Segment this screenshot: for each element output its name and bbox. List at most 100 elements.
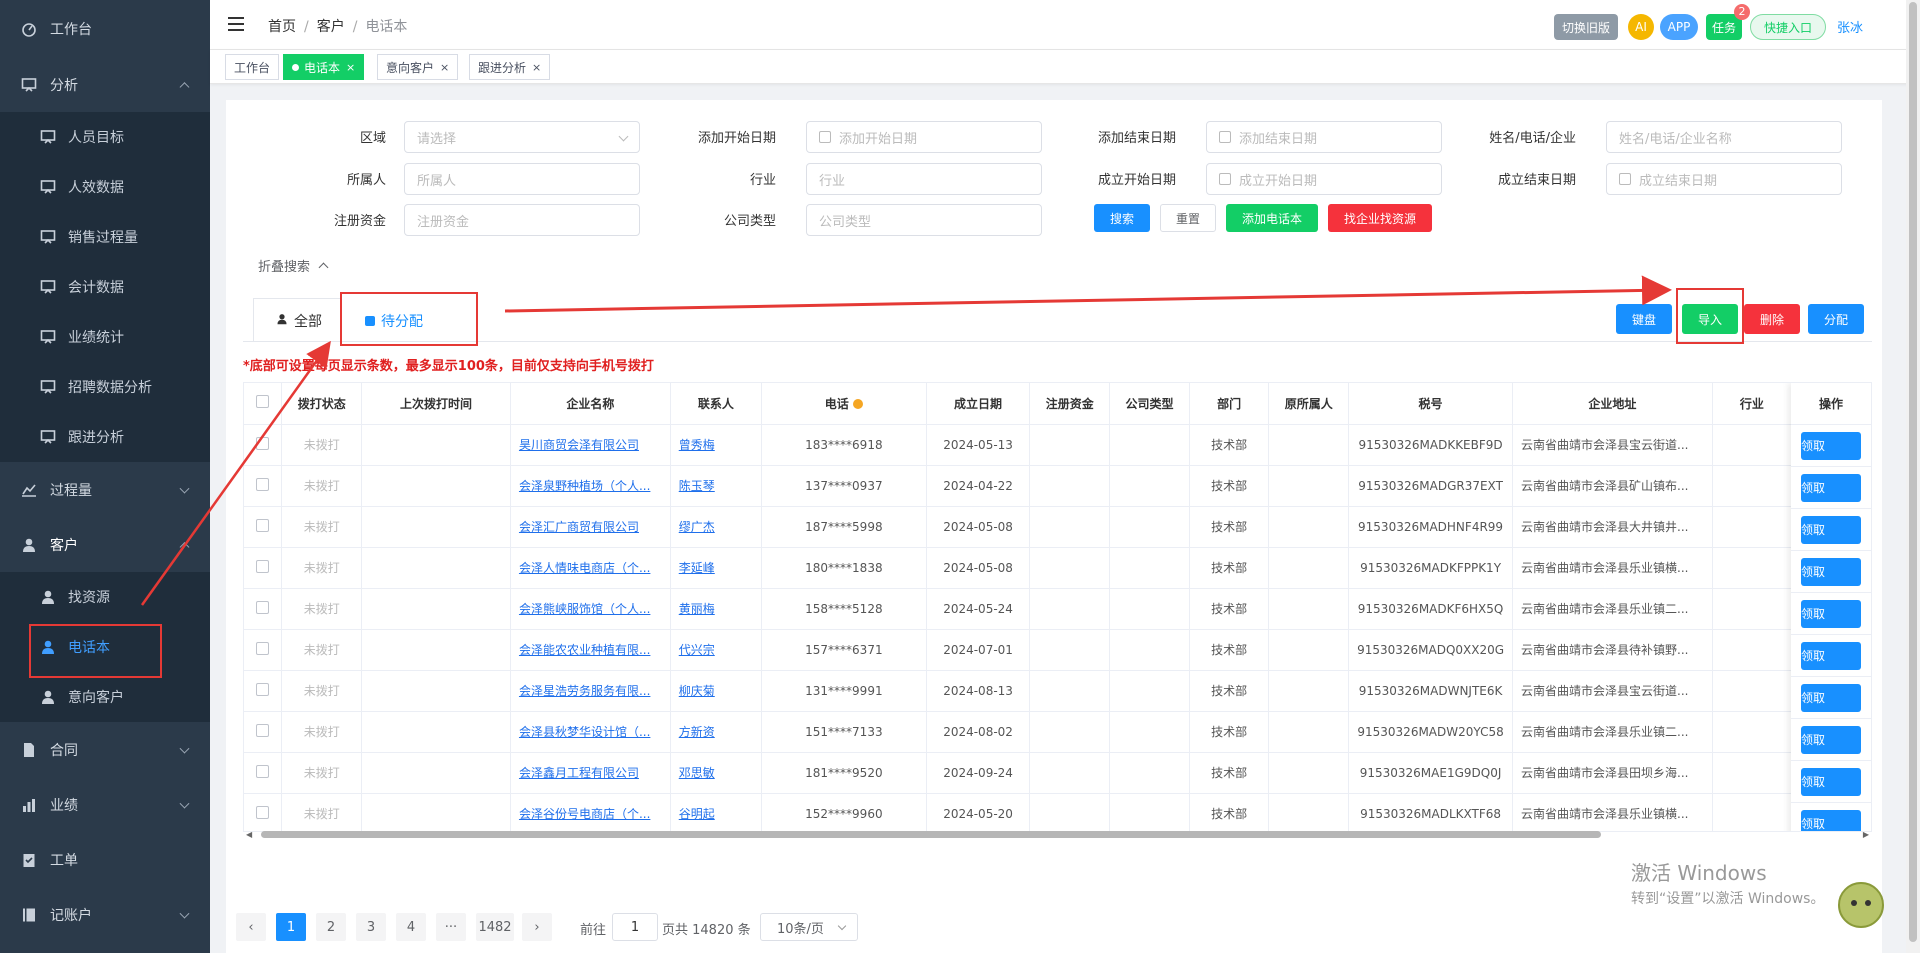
capital-input[interactable]: 注册资金 xyxy=(404,204,640,236)
table-row[interactable]: 未拨打 昊川商贸会泽有限公司 曾秀梅 183****6918 2024-05-13 技术部… xyxy=(244,424,1871,466)
contact-link[interactable]: 缪广杰 xyxy=(679,520,715,534)
sidebar-item-account-book[interactable]: 记账户 xyxy=(0,887,210,942)
contact-link[interactable]: 陈玉琴 xyxy=(679,479,715,493)
close-icon[interactable]: × xyxy=(532,61,541,74)
table-row[interactable]: 未拨打 会泽泉野种植场（个人... 陈玉琴 137****0937 2024-04-22… xyxy=(244,465,1871,507)
page-2[interactable]: 2 xyxy=(316,913,346,941)
scroll-thumb[interactable] xyxy=(261,831,1601,838)
claim-button[interactable]: 领取 xyxy=(1801,515,1861,544)
find-company-resource-button[interactable]: 找企业找资源 xyxy=(1328,204,1432,232)
user-name[interactable]: 张冰 xyxy=(1837,17,1863,36)
task-button[interactable]: 任务 2 xyxy=(1706,4,1750,40)
breadcrumb-home[interactable]: 首页 xyxy=(268,19,296,35)
claim-button[interactable]: 领取 xyxy=(1801,431,1861,460)
claim-button[interactable]: 领取 xyxy=(1801,473,1861,502)
table-row[interactable]: 未拨打 会泽谷份号电商店（个... 谷明起 152****9960 2024-05-20… xyxy=(244,793,1871,831)
sidebar-item-process[interactable]: 过程量 xyxy=(0,462,210,517)
contact-link[interactable]: 黄丽梅 xyxy=(679,602,715,616)
sidebar-item-staff-goal[interactable]: 人员目标 xyxy=(0,112,210,162)
contact-link[interactable]: 谷明起 xyxy=(679,807,715,821)
sidebar-item-analysis[interactable]: 分析 xyxy=(0,57,210,112)
table-row[interactable]: 未拨打 会泽县秋梦华设计馆（... 方新资 151****7133 2024-08-02… xyxy=(244,711,1871,753)
company-link[interactable]: 会泽汇广商贸有限公司 xyxy=(519,520,639,534)
sidebar-item-workorder[interactable]: 工单 xyxy=(0,832,210,887)
assign-button[interactable]: 分配 xyxy=(1808,304,1864,334)
close-icon[interactable]: × xyxy=(440,61,449,74)
table-row[interactable]: 未拨打 会泽人情味电商店（个... 李延峰 180****1838 2024-05-08… xyxy=(244,547,1871,589)
company-link[interactable]: 会泽鑫月工程有限公司 xyxy=(519,766,639,780)
sidebar-item-achievement[interactable]: 业绩 xyxy=(0,777,210,832)
keypad-button[interactable]: 键盘 xyxy=(1616,304,1672,334)
horizontal-scrollbar[interactable]: ◀ ▶ xyxy=(243,828,1872,840)
row-checkbox[interactable] xyxy=(256,641,270,655)
scroll-left-icon[interactable]: ◀ xyxy=(246,830,252,839)
tag-intent-customer[interactable]: 意向客户 × xyxy=(377,54,459,80)
table-row[interactable]: 未拨打 会泽星浩劳务服务有限... 柳庆菊 131****9991 2024-08-13… xyxy=(244,670,1871,712)
delete-button[interactable]: 删除 xyxy=(1744,304,1800,334)
goto-page-input[interactable]: 1 xyxy=(612,913,658,941)
sidebar-item-contract[interactable]: 合同 xyxy=(0,722,210,777)
row-checkbox[interactable] xyxy=(256,723,270,737)
owner-input[interactable]: 所属人 xyxy=(404,163,640,195)
tag-phonebook[interactable]: 电话本 × xyxy=(283,54,365,80)
claim-button[interactable]: 领取 xyxy=(1801,725,1861,754)
sidebar-item-accounting[interactable]: 会计数据 xyxy=(0,262,210,312)
row-checkbox[interactable] xyxy=(256,600,270,614)
reset-button[interactable]: 重置 xyxy=(1160,204,1216,232)
page-1[interactable]: 1 xyxy=(276,913,306,941)
next-page-button[interactable]: › xyxy=(522,913,552,941)
found-end-date-input[interactable]: 成立结束日期 xyxy=(1606,163,1842,195)
page-size-select[interactable]: 10条/页 xyxy=(760,913,858,941)
app-button[interactable]: APP xyxy=(1660,14,1698,40)
tag-dashboard[interactable]: 工作台 xyxy=(225,54,280,80)
row-checkbox[interactable] xyxy=(256,764,270,778)
company-type-input[interactable]: 公司类型 xyxy=(806,204,1042,236)
claim-button[interactable]: 领取 xyxy=(1801,599,1861,628)
row-checkbox[interactable] xyxy=(256,477,270,491)
contact-link[interactable]: 李延峰 xyxy=(679,561,715,575)
table-row[interactable]: 未拨打 会泽能农农业种植有限... 代兴宗 157****6371 2024-07-01… xyxy=(244,629,1871,671)
close-icon[interactable]: × xyxy=(346,61,355,74)
page-scroll-thumb[interactable] xyxy=(1909,2,1917,942)
scroll-right-icon[interactable]: ▶ xyxy=(1863,830,1869,839)
prev-page-button[interactable]: ‹ xyxy=(236,913,266,941)
contact-link[interactable]: 曾秀梅 xyxy=(679,438,715,452)
row-checkbox[interactable] xyxy=(256,805,270,819)
company-link[interactable]: 会泽熊峡服饰馆（个人... xyxy=(519,602,650,616)
row-checkbox[interactable] xyxy=(256,436,270,450)
region-select[interactable]: 请选择 xyxy=(404,121,640,153)
add-phonebook-button[interactable]: 添加电话本 xyxy=(1226,204,1318,232)
row-checkbox[interactable] xyxy=(256,559,270,573)
industry-input[interactable]: 行业 xyxy=(806,163,1042,195)
sidebar-item-performance-stats[interactable]: 业绩统计 xyxy=(0,312,210,362)
tab-all[interactable]: 全部 xyxy=(253,298,345,342)
row-checkbox[interactable] xyxy=(256,682,270,696)
ai-button[interactable]: AI xyxy=(1628,14,1654,40)
contact-link[interactable]: 代兴宗 xyxy=(679,643,715,657)
claim-button[interactable]: 领取 xyxy=(1801,641,1861,670)
company-link[interactable]: 会泽人情味电商店（个... xyxy=(519,561,650,575)
page-4[interactable]: 4 xyxy=(396,913,426,941)
contact-link[interactable]: 柳庆菊 xyxy=(679,684,715,698)
page-3[interactable]: 3 xyxy=(356,913,386,941)
company-link[interactable]: 会泽能农农业种植有限... xyxy=(519,643,650,657)
sidebar-item-recruit[interactable]: 招聘数据分析 xyxy=(0,362,210,412)
company-link[interactable]: 会泽泉野种植场（个人... xyxy=(519,479,650,493)
company-link[interactable]: 会泽县秋梦华设计馆（... xyxy=(519,725,650,739)
sidebar-item-efficiency[interactable]: 人效数据 xyxy=(0,162,210,212)
add-start-date-input[interactable]: 添加开始日期 xyxy=(806,121,1042,153)
switch-old-version-button[interactable]: 切换旧版 xyxy=(1554,14,1618,40)
info-icon[interactable] xyxy=(852,398,863,409)
add-end-date-input[interactable]: 添加结束日期 xyxy=(1206,121,1442,153)
table-row[interactable]: 未拨打 会泽鑫月工程有限公司 邓思敏 181****9520 2024-09-24 技术部… xyxy=(244,752,1871,794)
quick-entry-button[interactable]: 快捷入口 xyxy=(1750,14,1826,40)
sidebar-item-dashboard[interactable]: 工作台 xyxy=(0,0,210,57)
breadcrumb-customer[interactable]: 客户 xyxy=(317,19,345,35)
collapse-search-toggle[interactable]: 折叠搜索 xyxy=(258,256,329,275)
company-link[interactable]: 会泽星浩劳务服务有限... xyxy=(519,684,650,698)
sidebar-item-customer[interactable]: 客户 xyxy=(0,517,210,572)
table-row[interactable]: 未拨打 会泽熊峡服饰馆（个人... 黄丽梅 158****5128 2024-05-24… xyxy=(244,588,1871,630)
page-last[interactable]: 1482 xyxy=(476,913,514,941)
search-button[interactable]: 搜索 xyxy=(1094,204,1150,232)
claim-button[interactable]: 领取 xyxy=(1801,767,1861,796)
